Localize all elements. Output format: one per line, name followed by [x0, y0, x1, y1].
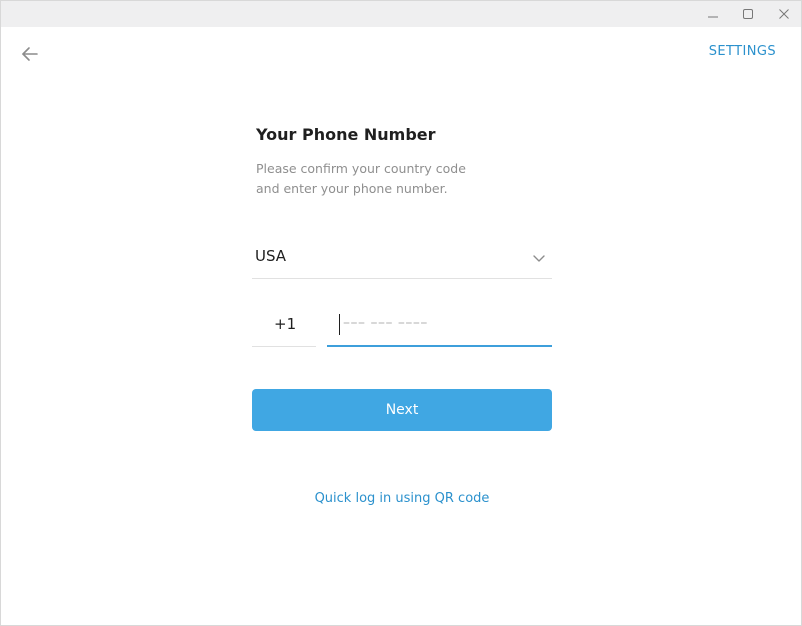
country-select[interactable]: USA [252, 237, 552, 279]
title-bar [1, 1, 801, 27]
maximize-icon [743, 9, 753, 19]
chevron-down-icon [533, 255, 545, 262]
back-button[interactable] [15, 41, 45, 67]
country-value: USA [255, 247, 287, 265]
arrow-left-icon [22, 47, 38, 61]
next-button[interactable]: Next [252, 389, 552, 431]
close-button[interactable] [766, 1, 802, 27]
qr-login-link[interactable]: Quick log in using QR code [252, 491, 552, 506]
maximize-button[interactable] [730, 1, 766, 27]
page-subtitle: Please confirm your country code and ent… [256, 159, 556, 199]
text-cursor [339, 314, 340, 335]
minimize-icon [708, 16, 718, 18]
page-title: Your Phone Number [256, 125, 436, 144]
settings-link[interactable]: SETTINGS [709, 44, 776, 59]
subtitle-line-1: Please confirm your country code [256, 161, 466, 176]
phone-number-input[interactable]: ––– ––– –––– [327, 304, 552, 347]
minimize-button[interactable] [695, 1, 731, 27]
login-window: SETTINGS Your Phone Number Please confir… [0, 0, 802, 626]
country-code-value: +1 [274, 315, 297, 333]
subtitle-line-2: and enter your phone number. [256, 181, 448, 196]
phone-placeholder: ––– ––– –––– [343, 315, 428, 331]
close-icon [779, 9, 789, 19]
country-code-field[interactable]: +1 [252, 304, 316, 347]
